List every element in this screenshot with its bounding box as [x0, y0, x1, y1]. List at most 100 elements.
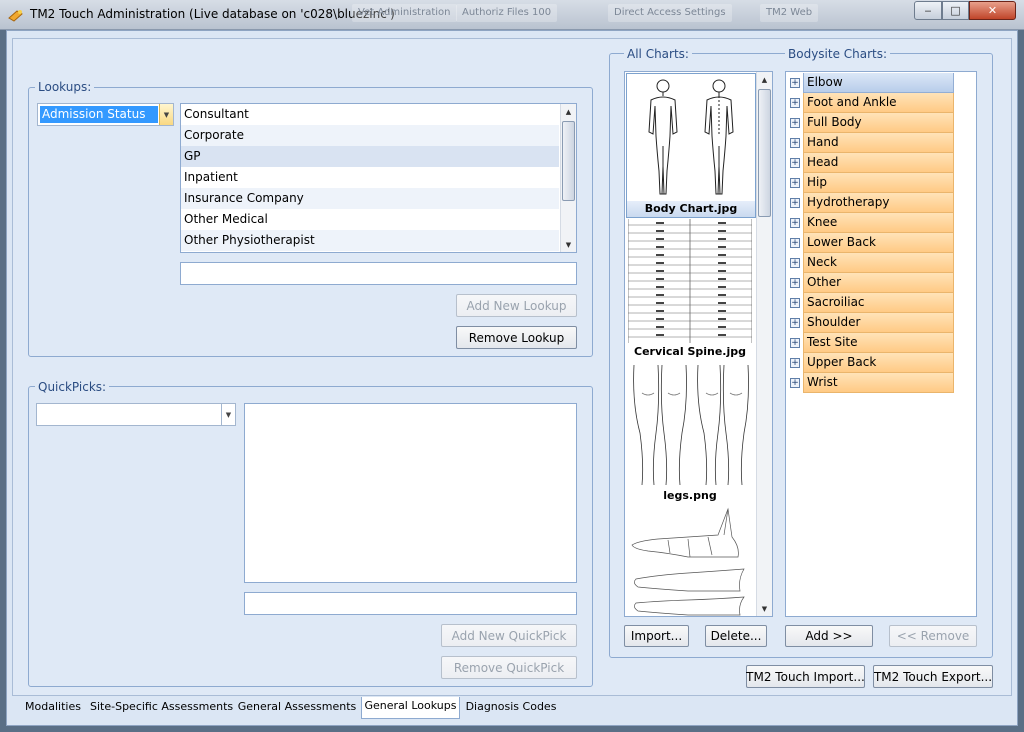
- tree-item[interactable]: + Foot and Ankle: [786, 93, 956, 113]
- app-icon: [8, 10, 23, 22]
- chevron-down-icon[interactable]: ▼: [159, 104, 173, 125]
- quickpick-text-input[interactable]: [244, 592, 577, 615]
- expand-icon[interactable]: +: [790, 278, 800, 288]
- remove-quickpick-button[interactable]: Remove QuickPick: [441, 656, 577, 679]
- tree-item[interactable]: + Neck: [786, 253, 956, 273]
- tab-modalities[interactable]: Modalities: [20, 698, 86, 718]
- tree-item[interactable]: + Knee: [786, 213, 956, 233]
- tree-item[interactable]: + Other: [786, 273, 956, 293]
- expand-icon[interactable]: +: [790, 258, 800, 268]
- tm2-touch-import-button[interactable]: TM2 Touch Import...: [746, 665, 865, 688]
- expand-icon[interactable]: +: [790, 158, 800, 168]
- expand-icon[interactable]: +: [790, 338, 800, 348]
- tm2-touch-export-button[interactable]: TM2 Touch Export...: [873, 665, 993, 688]
- lookup-text-input[interactable]: [180, 262, 577, 285]
- chevron-down-icon[interactable]: ▼: [221, 404, 235, 425]
- tree-item[interactable]: + Hydrotherapy: [786, 193, 956, 213]
- import-chart-button[interactable]: Import...: [624, 625, 689, 647]
- title-bar[interactable]: TM2 Touch Administration (Live database …: [0, 0, 1024, 30]
- lookup-type-combo[interactable]: Admission Status ▼: [37, 103, 174, 126]
- list-item[interactable]: Corporate: [181, 125, 559, 146]
- expand-icon[interactable]: +: [790, 178, 800, 188]
- delete-chart-button[interactable]: Delete...: [705, 625, 767, 647]
- expand-icon[interactable]: +: [790, 78, 800, 88]
- tree-item[interactable]: + Sacroiliac: [786, 293, 956, 313]
- chart-item-legs[interactable]: legs.png: [626, 363, 756, 506]
- expand-icon[interactable]: +: [790, 138, 800, 148]
- tree-item-label: Elbow: [803, 73, 954, 93]
- expand-icon[interactable]: +: [790, 118, 800, 128]
- tree-item-label: Neck: [803, 253, 954, 273]
- close-button[interactable]: ✕: [969, 1, 1016, 20]
- expand-icon[interactable]: +: [790, 198, 800, 208]
- tree-item[interactable]: + Hand: [786, 133, 956, 153]
- list-item[interactable]: Consultant: [181, 104, 559, 125]
- tab-general-lookups[interactable]: General Lookups: [361, 697, 460, 719]
- tree-item[interactable]: + Lower Back: [786, 233, 956, 253]
- tree-item[interactable]: + Test Site: [786, 333, 956, 353]
- add-new-quickpick-button[interactable]: Add New QuickPick: [441, 624, 577, 647]
- chart-item-cervical-spine[interactable]: Cervical Spine.jpg: [626, 219, 756, 362]
- cervical-spine-thumbnail: [628, 219, 752, 343]
- tab-diagnosis-codes[interactable]: Diagnosis Codes: [463, 698, 559, 718]
- list-item[interactable]: Other Physiotherapist: [181, 230, 559, 251]
- lookup-list-scrollbar[interactable]: ▲ ▼: [560, 104, 576, 252]
- background-window-2: Authoriz Files 100: [456, 4, 558, 22]
- add-new-lookup-button[interactable]: Add New Lookup: [456, 294, 577, 317]
- scroll-down-icon[interactable]: ▼: [561, 237, 576, 252]
- tree-item-label: Knee: [803, 213, 954, 233]
- tree-item[interactable]: + Upper Back: [786, 353, 956, 373]
- minimize-button[interactable]: ‒: [914, 1, 942, 20]
- remove-bodysite-chart-button[interactable]: << Remove: [889, 625, 977, 647]
- all-charts-scrollbar[interactable]: ▲ ▼: [756, 72, 772, 616]
- chart-item-feet[interactable]: [626, 507, 756, 616]
- tree-item-label: Foot and Ankle: [803, 93, 954, 113]
- scroll-up-icon[interactable]: ▲: [561, 104, 576, 119]
- quickpick-type-combo[interactable]: ▼: [36, 403, 236, 426]
- chart-caption: legs.png: [663, 489, 717, 502]
- expand-icon[interactable]: +: [790, 98, 800, 108]
- tree-item-label: Other: [803, 273, 954, 293]
- tree-item[interactable]: + Head: [786, 153, 956, 173]
- tree-item[interactable]: + Wrist: [786, 373, 956, 393]
- quickpick-items-list[interactable]: [244, 403, 577, 583]
- tree-item[interactable]: + Full Body: [786, 113, 956, 133]
- list-item[interactable]: Other Medical: [181, 209, 559, 230]
- list-item[interactable]: GP: [181, 146, 559, 167]
- tree-item[interactable]: + Elbow: [786, 73, 956, 93]
- expand-icon[interactable]: +: [790, 218, 800, 228]
- expand-icon[interactable]: +: [790, 358, 800, 368]
- bodysite-charts-tree[interactable]: + Elbow + Foot and Ankle + Full Body + H…: [785, 71, 977, 617]
- scroll-thumb[interactable]: [758, 89, 771, 217]
- body-chart-thumbnail: [648, 79, 734, 195]
- tree-item-label: Full Body: [803, 113, 954, 133]
- tree-item[interactable]: + Hip: [786, 173, 956, 193]
- maximize-button[interactable]: □: [942, 1, 969, 20]
- all-charts-list[interactable]: Body Chart.jpg Cervical Spine.jpg legs.p…: [624, 71, 773, 617]
- background-window-1: Vet Administration: [352, 4, 457, 22]
- remove-lookup-button[interactable]: Remove Lookup: [456, 326, 577, 349]
- scroll-up-icon[interactable]: ▲: [757, 72, 772, 87]
- add-bodysite-chart-button[interactable]: Add >>: [785, 625, 873, 647]
- legs-thumbnail: [633, 364, 749, 486]
- tab-site-specific-assessments[interactable]: Site-Specific Assessments: [90, 698, 233, 718]
- chart-item-body-chart[interactable]: Body Chart.jpg: [626, 73, 756, 218]
- tree-item-label: Upper Back: [803, 353, 954, 373]
- expand-icon[interactable]: +: [790, 298, 800, 308]
- tree-item-label: Lower Back: [803, 233, 954, 253]
- lookup-items-list[interactable]: Consultant Corporate GP Inpatient Insura…: [180, 103, 577, 253]
- quickpicks-label: QuickPicks:: [35, 380, 110, 394]
- expand-icon[interactable]: +: [790, 318, 800, 328]
- scroll-down-icon[interactable]: ▼: [757, 601, 772, 616]
- list-item[interactable]: Inpatient: [181, 167, 559, 188]
- tab-general-assessments[interactable]: General Assessments: [237, 698, 357, 718]
- list-item[interactable]: Insurance Company: [181, 188, 559, 209]
- lookups-label: Lookups:: [35, 80, 95, 94]
- expand-icon[interactable]: +: [790, 238, 800, 248]
- tree-item-label: Head: [803, 153, 954, 173]
- tree-item[interactable]: + Shoulder: [786, 313, 956, 333]
- scroll-thumb[interactable]: [562, 121, 575, 201]
- background-window-3: Direct Access Settings: [608, 4, 732, 22]
- chart-caption: Body Chart.jpg: [627, 201, 755, 217]
- expand-icon[interactable]: +: [790, 378, 800, 388]
